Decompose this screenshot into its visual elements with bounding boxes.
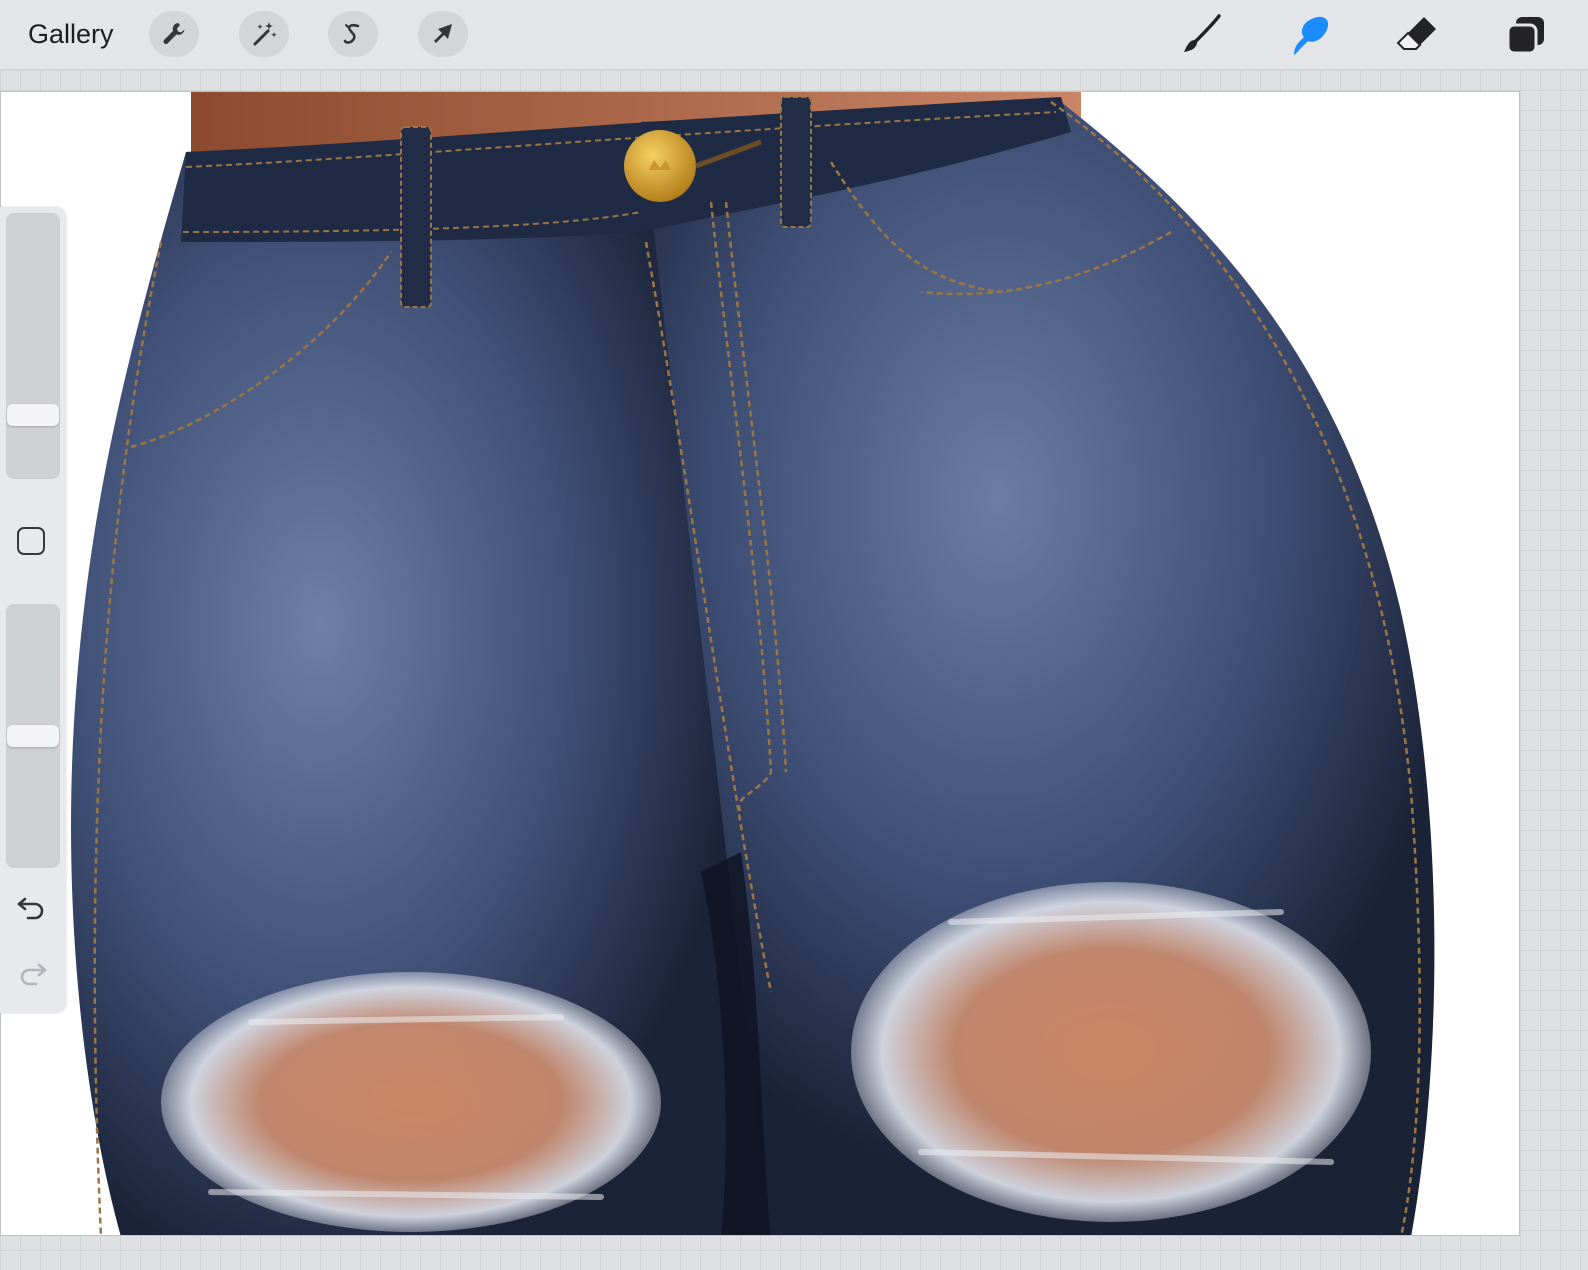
redo-button[interactable]: [16, 959, 48, 987]
selection-button[interactable]: [328, 11, 378, 57]
undo-button[interactable]: [16, 893, 48, 921]
gallery-button[interactable]: Gallery: [28, 18, 114, 50]
denim-artwork: [71, 92, 1435, 1235]
undo-arrow-icon: [17, 897, 44, 920]
brush-size-slider[interactable]: [6, 213, 60, 479]
left-sidebar: [0, 207, 66, 1013]
smudge-finger-icon: [1294, 16, 1329, 55]
arrow-cursor-icon: [434, 24, 452, 43]
top-toolbar: Gallery: [0, 0, 1588, 70]
modify-button[interactable]: [17, 527, 45, 555]
brush-size-handle[interactable]: [7, 404, 59, 426]
adjustments-button[interactable]: [239, 11, 289, 57]
wrench-icon: [163, 23, 185, 44]
eraser-tool-button[interactable]: [1393, 10, 1443, 60]
transform-button[interactable]: [418, 11, 468, 57]
brush-tool-button[interactable]: [1177, 10, 1227, 60]
layers-icon: [1506, 17, 1544, 55]
actions-button[interactable]: [149, 11, 199, 57]
drawing-canvas[interactable]: [0, 91, 1520, 1236]
magic-wand-icon: [253, 22, 277, 46]
opacity-handle[interactable]: [7, 725, 59, 747]
eraser-icon: [1396, 17, 1436, 50]
redo-arrow-icon: [20, 963, 47, 986]
brush-icon: [1184, 14, 1221, 52]
smudge-tool-button[interactable]: [1285, 10, 1335, 60]
layers-button[interactable]: [1501, 10, 1551, 60]
selection-s-icon: [343, 23, 360, 44]
opacity-slider[interactable]: [6, 604, 60, 868]
